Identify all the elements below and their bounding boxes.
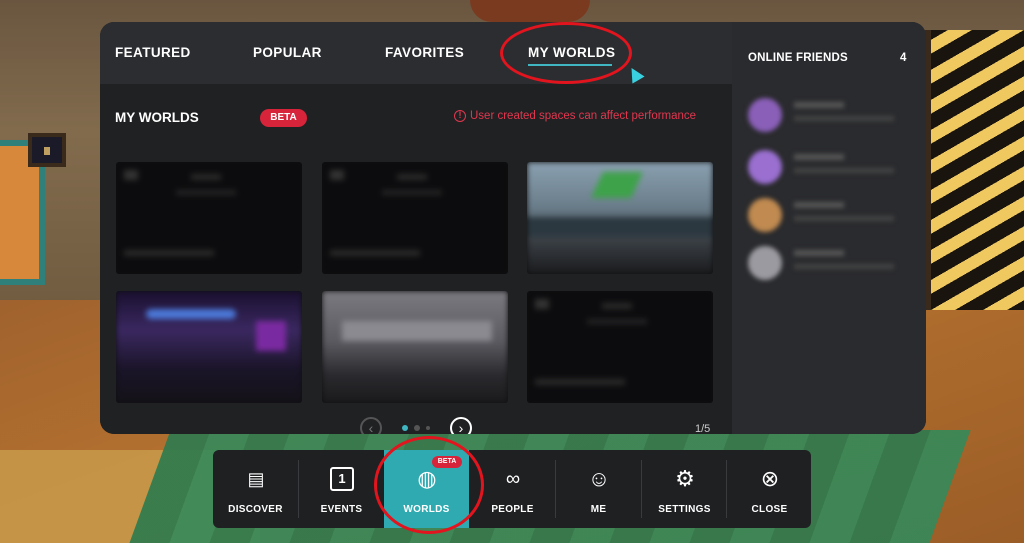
dock-label: PEOPLE	[491, 504, 534, 515]
online-friends-title: ONLINE FRIENDS	[748, 52, 848, 64]
page-dot[interactable]	[426, 426, 430, 430]
my-worlds-content: MY WORLDS BETA ! User created spaces can…	[100, 84, 732, 434]
friend-item[interactable]	[742, 94, 912, 134]
dock-discover-button[interactable]: ▤ DISCOVER	[213, 450, 298, 528]
dock-label: WORLDS	[403, 504, 450, 515]
worlds-panel: FEATURED POPULAR FAVORITES MY WORLDS MY …	[100, 22, 926, 434]
avatar	[748, 246, 782, 280]
warning-icon: !	[454, 110, 466, 122]
page-indicator: 1/5	[695, 423, 711, 434]
online-friends-panel: ONLINE FRIENDS 4	[732, 22, 926, 434]
pointer-cursor-icon	[625, 64, 645, 84]
page-dot[interactable]	[414, 425, 420, 431]
gear-icon: ⚙	[675, 466, 695, 491]
friend-item[interactable]	[742, 242, 912, 282]
dock-label: EVENTS	[320, 504, 363, 515]
online-friends-count: 4	[900, 52, 907, 64]
world-card[interactable]	[527, 291, 713, 403]
dock-me-button[interactable]: ☺ ME	[556, 450, 641, 528]
dock-label: CLOSE	[751, 504, 788, 515]
pagination: ‹ ›	[360, 417, 472, 434]
dock-label: SETTINGS	[658, 504, 711, 515]
tab-popular[interactable]: POPULAR	[253, 45, 322, 60]
dock-people-button[interactable]: ∞ PEOPLE	[470, 450, 555, 528]
avatar	[748, 198, 782, 232]
close-icon: ⊗	[760, 466, 780, 491]
dock-close-button[interactable]: ⊗ CLOSE	[727, 450, 812, 528]
dock-events-button[interactable]: 1 EVENTS	[299, 450, 384, 528]
world-card[interactable]	[116, 291, 302, 403]
friend-item[interactable]	[742, 194, 912, 234]
background-window	[925, 30, 1024, 310]
world-card[interactable]	[527, 162, 713, 274]
dock-settings-button[interactable]: ⚙ SETTINGS	[642, 450, 727, 528]
background-picture-frame	[28, 133, 66, 167]
calendar-icon: 1	[330, 467, 354, 491]
tab-featured[interactable]: FEATURED	[115, 45, 191, 60]
dock-label: DISCOVER	[228, 504, 283, 515]
world-card[interactable]	[322, 162, 508, 274]
dock-label: ME	[590, 504, 607, 515]
prev-page-button[interactable]: ‹	[360, 417, 382, 434]
world-card[interactable]	[116, 162, 302, 274]
avatar	[748, 150, 782, 184]
friend-item[interactable]	[742, 146, 912, 186]
avatar	[748, 98, 782, 132]
discover-icon: ▤	[247, 469, 265, 489]
active-tab-indicator	[528, 64, 612, 66]
tab-my-worlds[interactable]: MY WORLDS	[528, 45, 615, 60]
beta-badge: BETA	[260, 109, 307, 127]
page-dot[interactable]	[402, 425, 408, 431]
dock-worlds-button[interactable]: BETA ◍ WORLDS	[384, 450, 469, 528]
tab-favorites[interactable]: FAVORITES	[385, 45, 464, 60]
warning-text: User created spaces can affect performan…	[470, 110, 697, 122]
world-card[interactable]	[322, 291, 508, 403]
performance-warning: ! User created spaces can affect perform…	[454, 110, 696, 122]
section-title: MY WORLDS	[115, 110, 199, 125]
next-page-button[interactable]: ›	[450, 417, 472, 434]
smiley-icon: ☺	[587, 466, 611, 491]
background-ceiling-lamp	[470, 0, 590, 22]
bottom-dock: ▤ DISCOVER 1 EVENTS BETA ◍ WORLDS ∞ PEOP…	[213, 450, 811, 528]
tab-bar: FEATURED POPULAR FAVORITES MY WORLDS	[100, 22, 732, 84]
globe-icon: ◍	[417, 466, 437, 491]
people-icon: ∞	[505, 468, 521, 490]
